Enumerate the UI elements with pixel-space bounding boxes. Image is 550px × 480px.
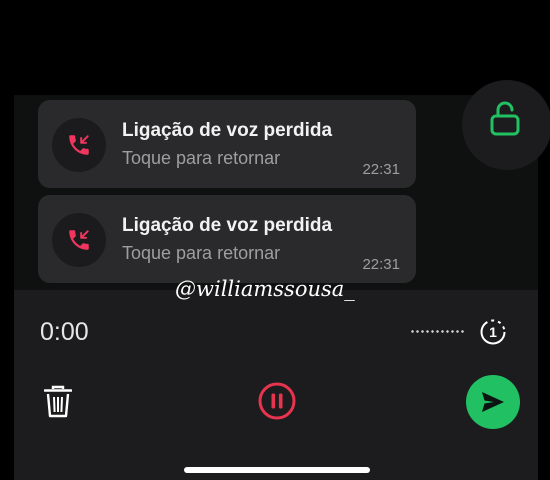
trash-icon [43, 385, 73, 418]
missed-call-message[interactable]: Ligação de voz perdida Toque para retorn… [38, 100, 416, 188]
recording-lock[interactable] [462, 80, 550, 170]
unlock-icon [490, 101, 520, 136]
send-icon [482, 392, 504, 412]
view-once-label: 1 [489, 324, 497, 340]
pause-recording-button[interactable] [257, 381, 297, 421]
message-subtitle: Toque para retornar [122, 148, 281, 168]
missed-call-icon [69, 135, 89, 155]
missed-call-message[interactable]: Ligação de voz perdida Toque para retorn… [38, 195, 416, 283]
missed-call-icon [69, 230, 89, 250]
missed-call-icon-wrap [52, 213, 106, 267]
view-once-icon: 1 [480, 319, 506, 345]
delete-recording-button[interactable] [43, 385, 73, 419]
send-button[interactable] [466, 375, 520, 429]
message-time: 22:31 [362, 161, 400, 178]
message-title: Ligação de voz perdida [122, 215, 333, 236]
view-once-button[interactable]: 1 [479, 318, 507, 346]
recording-timer: 0:00 [40, 318, 89, 346]
watermark-text: @williamssousa_ [175, 277, 355, 301]
message-time: 22:31 [362, 256, 400, 273]
pause-icon [258, 382, 296, 420]
missed-call-icon-wrap [52, 118, 106, 172]
message-subtitle: Toque para retornar [122, 243, 281, 263]
message-title: Ligação de voz perdida [122, 120, 333, 141]
home-indicator[interactable] [184, 467, 370, 473]
waveform-dots [410, 330, 466, 333]
